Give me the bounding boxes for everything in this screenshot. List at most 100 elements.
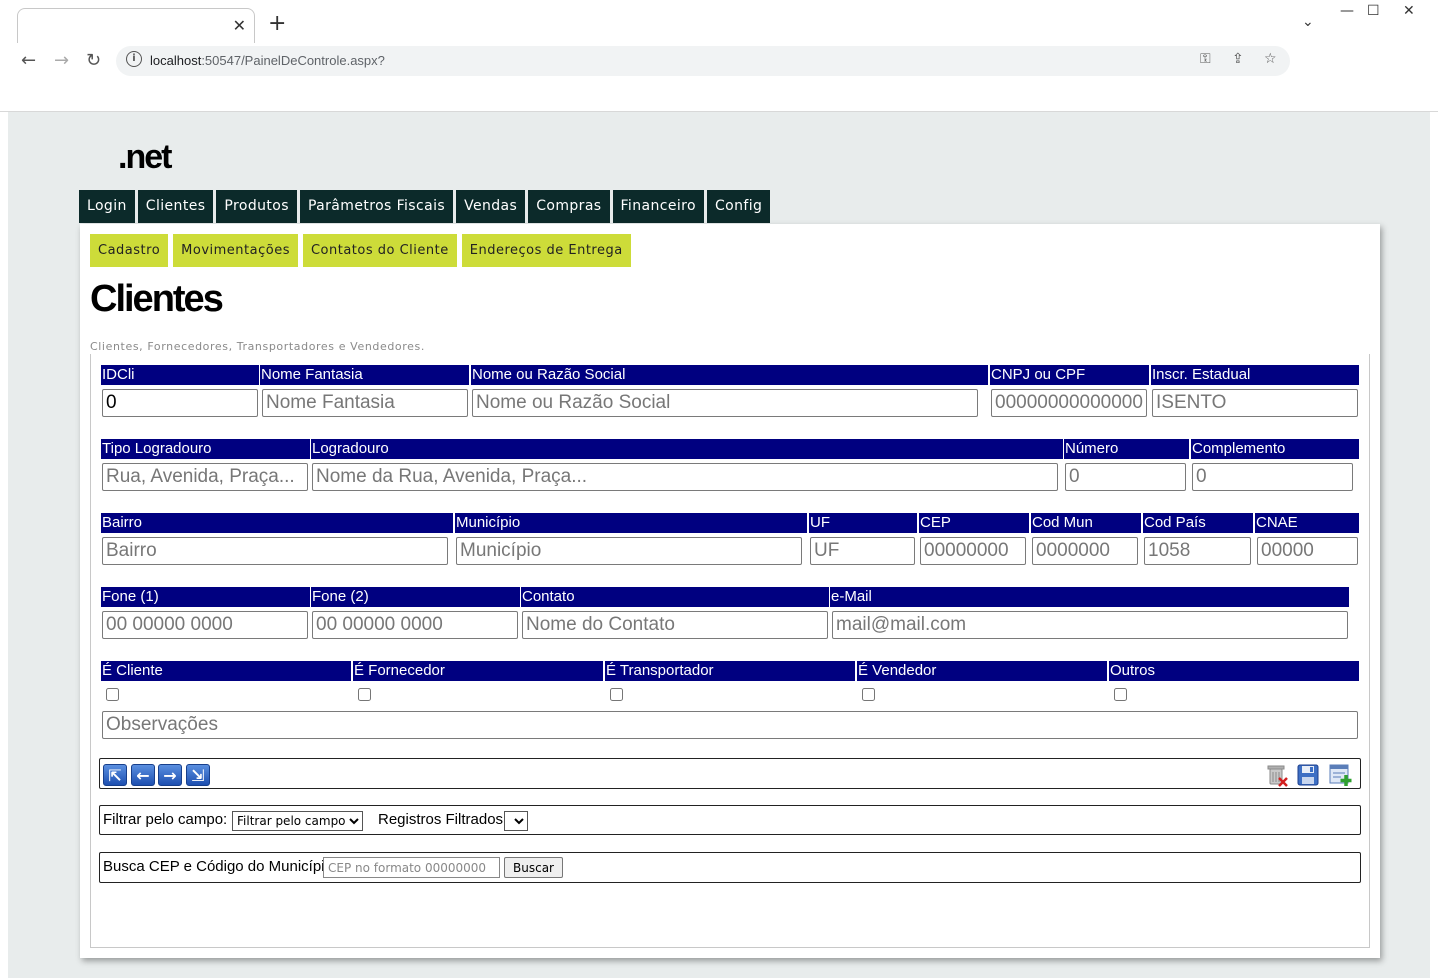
menu-item-login[interactable]: Login [79,190,135,223]
idcli-label: IDCli [101,365,259,385]
idcli-input[interactable] [102,389,258,417]
last-record-icon[interactable]: ⇲ [186,764,210,786]
new-tab-icon[interactable]: + [268,12,286,36]
municipio-input[interactable] [456,537,802,565]
inscr-estadual-input[interactable] [1152,389,1358,417]
registros-filtrados-label: Registros Filtrados: [378,811,508,828]
nome-fantasia-label: Nome Fantasia [260,365,469,385]
e-fornecedor-label: É Fornecedor [353,661,603,681]
url-path: :50547/PainelDeControle.aspx? [201,53,385,68]
registros-filtrados-select[interactable] [504,811,528,831]
menu-item-produtos[interactable]: Produtos [216,190,297,223]
save-icon[interactable] [1296,763,1320,787]
browser-chrome: ✕ + ⌄ — ☐ ✕ ← → ↻ i localhost:50547/Pain… [0,0,1438,112]
outros-checkbox[interactable] [1114,688,1127,701]
tab-close-icon[interactable]: ✕ [233,16,246,35]
cep-label: CEP [919,513,1029,533]
e-transportador-label: É Transportador [605,661,855,681]
cnae-label: CNAE [1255,513,1359,533]
forward-icon[interactable]: → [54,50,69,71]
buscar-button[interactable]: Buscar [504,857,563,878]
next-record-icon[interactable]: → [158,764,182,786]
uf-input[interactable] [810,537,915,565]
e-vendedor-checkbox[interactable] [862,688,875,701]
submenu-item-movimentacoes[interactable]: Movimentações [173,234,298,267]
municipio-label: Município [455,513,807,533]
menu-item-vendas[interactable]: Vendas [456,190,526,223]
tab-search-chevron-icon[interactable]: ⌄ [1302,14,1314,30]
add-record-icon[interactable] [1328,763,1352,787]
site-info-icon[interactable]: i [126,51,142,67]
menu-item-config[interactable]: Config [706,190,771,223]
tipo-logradouro-label: Tipo Logradouro [101,439,310,459]
fone2-label: Fone (2) [311,587,520,607]
inscr-estadual-label: Inscr. Estadual [1151,365,1359,385]
razao-social-input[interactable] [472,389,978,417]
address-url[interactable]: localhost:50547/PainelDeControle.aspx? [150,53,385,68]
share-icon[interactable]: ⇪ [1232,51,1244,67]
filter-field-label: Filtrar pelo campo: [103,811,228,828]
submenu-item-enderecos[interactable]: Endereços de Entrega [461,234,631,267]
e-fornecedor-checkbox[interactable] [358,688,371,701]
browser-toolbar: ← → ↻ i localhost:50547/PainelDeControle… [0,42,1438,82]
cnpj-cpf-label: CNPJ ou CPF [990,365,1149,385]
cnpj-cpf-input[interactable] [991,389,1147,417]
filter-field-select[interactable]: Filtrar pelo campo [232,811,363,831]
e-cliente-label: É Cliente [101,661,351,681]
page-title: Clientes [90,278,224,320]
complemento-input[interactable] [1192,463,1353,491]
cod-pais-input[interactable] [1144,537,1251,565]
bookmark-star-icon[interactable]: ☆ [1264,51,1277,67]
key-icon[interactable]: ⚿ [1200,51,1211,67]
tipo-logradouro-input[interactable] [102,463,308,491]
window-close-icon[interactable]: ✕ [1403,3,1415,19]
contato-label: Contato [521,587,829,607]
email-input[interactable] [832,611,1348,639]
menu-item-clientes[interactable]: Clientes [137,190,214,223]
cnae-input[interactable] [1257,537,1358,565]
menu-item-compras[interactable]: Compras [528,190,610,223]
filter-bar: Filtrar pelo campo: Filtrar pelo campo R… [99,805,1361,835]
bairro-input[interactable] [102,537,448,565]
menu-item-financeiro[interactable]: Financeiro [612,190,704,223]
record-navigation-bar: ⇱ ← → ⇲ [99,758,1361,789]
fone2-input[interactable] [312,611,518,639]
cep-search-input[interactable] [323,857,500,878]
back-icon[interactable]: ← [21,50,36,71]
minimize-icon[interactable]: — [1340,3,1354,19]
numero-input[interactable] [1065,463,1186,491]
e-cliente-checkbox[interactable] [106,688,119,701]
cod-mun-input[interactable] [1032,537,1138,565]
uf-label: UF [809,513,917,533]
e-vendedor-label: É Vendedor [857,661,1107,681]
url-host: localhost [150,53,202,68]
delete-icon[interactable] [1265,763,1289,787]
browser-tab[interactable]: ✕ [17,8,255,43]
logradouro-input[interactable] [312,463,1058,491]
menu-item-parametros-fiscais[interactable]: Parâmetros Fiscais [299,190,454,223]
maximize-icon[interactable]: ☐ [1367,3,1380,19]
observacoes-input[interactable] [102,711,1358,739]
tab-strip: ✕ + ⌄ — ☐ ✕ [0,0,1438,43]
submenu-item-contatos[interactable]: Contatos do Cliente [302,234,457,267]
submenu-item-cadastro[interactable]: Cadastro [90,234,169,267]
complemento-label: Complemento [1191,439,1359,459]
first-record-icon[interactable]: ⇱ [103,764,127,786]
e-transportador-checkbox[interactable] [610,688,623,701]
site-logo[interactable]: .net [118,138,172,177]
email-label: e-Mail [830,587,1349,607]
cep-input[interactable] [920,537,1026,565]
contato-input[interactable] [522,611,828,639]
main-menu: Login Clientes Produtos Parâmetros Fisca… [79,190,771,223]
logradouro-label: Logradouro [311,439,1063,459]
nome-fantasia-input[interactable] [262,389,468,417]
cep-search-bar: Busca CEP e Código do Município: Buscar [99,852,1361,883]
reload-icon[interactable]: ↻ [86,50,101,71]
sub-menu: Cadastro Movimentações Contatos do Clien… [90,234,631,267]
cod-pais-label: Cod País [1143,513,1253,533]
cep-search-label: Busca CEP e Código do Município: [103,858,338,875]
fone1-input[interactable] [102,611,308,639]
fone1-label: Fone (1) [101,587,310,607]
previous-record-icon[interactable]: ← [131,764,155,786]
address-bar[interactable]: i localhost:50547/PainelDeControle.aspx?… [116,46,1290,76]
